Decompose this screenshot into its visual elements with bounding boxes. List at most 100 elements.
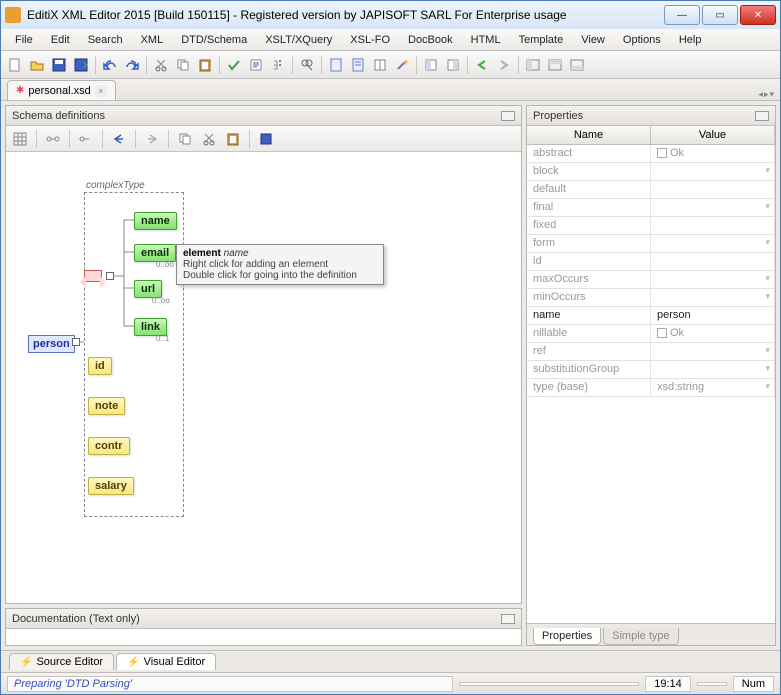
status-message: Preparing 'DTD Parsing' bbox=[7, 676, 453, 692]
modified-icon: ✱ bbox=[16, 85, 24, 96]
prop-row-minOccurs[interactable]: minOccurs▾ bbox=[527, 289, 775, 307]
menu-help[interactable]: Help bbox=[671, 32, 710, 48]
input-mode: Num bbox=[733, 676, 774, 692]
back-icon[interactable] bbox=[472, 55, 492, 75]
menu-options[interactable]: Options bbox=[615, 32, 669, 48]
layout3-icon[interactable] bbox=[567, 55, 587, 75]
prop-row-name[interactable]: nameperson bbox=[527, 307, 775, 325]
schema-panel-title: Schema definitions bbox=[12, 110, 105, 122]
prop-row-fixed[interactable]: fixed bbox=[527, 217, 775, 235]
prop-row-maxOccurs[interactable]: maxOccurs▾ bbox=[527, 271, 775, 289]
find-icon[interactable] bbox=[297, 55, 317, 75]
prop-row-ref[interactable]: ref▾ bbox=[527, 343, 775, 361]
props-collapse-icon[interactable] bbox=[755, 111, 769, 121]
menu-view[interactable]: View bbox=[573, 32, 613, 48]
redo-icon[interactable] bbox=[122, 55, 142, 75]
menu-docbook[interactable]: DocBook bbox=[400, 32, 461, 48]
grid-icon[interactable] bbox=[10, 129, 30, 149]
tab-properties[interactable]: Properties bbox=[533, 628, 601, 645]
window-title: EditiX XML Editor 2015 [Build 150115] - … bbox=[27, 8, 664, 22]
maximize-button[interactable]: ▭ bbox=[702, 5, 738, 25]
save-icon[interactable] bbox=[49, 55, 69, 75]
prop-row-final[interactable]: final▾ bbox=[527, 199, 775, 217]
documentation-panel: Documentation (Text only) bbox=[5, 608, 522, 646]
format-icon[interactable] bbox=[246, 55, 266, 75]
app-window: EditiX XML Editor 2015 [Build 150115] - … bbox=[0, 0, 781, 695]
tab-prev-icon[interactable]: ◂ bbox=[758, 89, 763, 100]
menu-file[interactable]: File bbox=[7, 32, 41, 48]
menu-html[interactable]: HTML bbox=[463, 32, 509, 48]
menu-edit[interactable]: Edit bbox=[43, 32, 78, 48]
schema-panel: Schema definitions bbox=[5, 105, 522, 604]
main-toolbar bbox=[1, 51, 780, 79]
prop-row-nillable[interactable]: nillableOk bbox=[527, 325, 775, 343]
menu-template[interactable]: Template bbox=[511, 32, 572, 48]
prop-row-id[interactable]: id bbox=[527, 253, 775, 271]
nav-back-icon[interactable] bbox=[109, 129, 129, 149]
save-all-icon[interactable] bbox=[71, 55, 91, 75]
left-column: Schema definitions bbox=[5, 105, 522, 646]
tab-menu-icon[interactable]: ▾ bbox=[769, 89, 774, 100]
layout2-icon[interactable] bbox=[545, 55, 565, 75]
undo-icon[interactable] bbox=[100, 55, 120, 75]
prop-row-default[interactable]: default bbox=[527, 181, 775, 199]
doc-collapse-icon[interactable] bbox=[501, 614, 515, 624]
tab-next-icon[interactable]: ▸ bbox=[764, 89, 769, 100]
prop-row-abstract[interactable]: abstractOk bbox=[527, 145, 775, 163]
prop-row-substitutionGroup[interactable]: substitutionGroup▾ bbox=[527, 361, 775, 379]
copy-icon[interactable] bbox=[173, 55, 193, 75]
cut-icon[interactable] bbox=[151, 55, 171, 75]
props-header-value: Value bbox=[651, 126, 775, 144]
schema-canvas[interactable]: person complexType name email 0..oo url … bbox=[6, 152, 521, 603]
status-gap bbox=[697, 682, 727, 686]
props-panel-header: Properties bbox=[527, 106, 775, 126]
menubar: File Edit Search XML DTD/Schema XSLT/XQu… bbox=[1, 29, 780, 51]
titlebar: EditiX XML Editor 2015 [Build 150115] - … bbox=[1, 1, 780, 29]
menu-xml[interactable]: XML bbox=[133, 32, 172, 48]
col2-icon[interactable] bbox=[443, 55, 463, 75]
validate-icon[interactable] bbox=[224, 55, 244, 75]
forward-icon[interactable] bbox=[494, 55, 514, 75]
close-button[interactable]: ✕ bbox=[740, 5, 776, 25]
cut2-icon[interactable] bbox=[199, 129, 219, 149]
minimize-button[interactable]: — bbox=[664, 5, 700, 25]
menu-search[interactable]: Search bbox=[80, 32, 131, 48]
properties-table: Name Value abstractOkblock▾defaultfinal▾… bbox=[527, 126, 775, 623]
copy2-icon[interactable] bbox=[175, 129, 195, 149]
layout1-icon[interactable] bbox=[523, 55, 543, 75]
open-icon[interactable] bbox=[27, 55, 47, 75]
schema-panel-header: Schema definitions bbox=[6, 106, 521, 126]
select-icon[interactable] bbox=[256, 129, 276, 149]
paste2-icon[interactable] bbox=[223, 129, 243, 149]
col1-icon[interactable] bbox=[421, 55, 441, 75]
tree-icon[interactable] bbox=[268, 55, 288, 75]
props-panel-title: Properties bbox=[533, 110, 583, 122]
app-icon bbox=[5, 7, 21, 23]
prop-row-block[interactable]: block▾ bbox=[527, 163, 775, 181]
element-tooltip: element name Right click for adding an e… bbox=[176, 244, 384, 285]
connect-icon[interactable] bbox=[43, 129, 63, 149]
tab-nav: ◂ ▸ ▾ bbox=[758, 89, 774, 100]
menu-xsl-fo[interactable]: XSL-FO bbox=[342, 32, 398, 48]
new-icon[interactable] bbox=[5, 55, 25, 75]
panel-collapse-icon[interactable] bbox=[501, 111, 515, 121]
prop-row-type--base-[interactable]: type (base)xsd:string▾ bbox=[527, 379, 775, 397]
nav-forward-icon[interactable] bbox=[142, 129, 162, 149]
cursor-position: 19:14 bbox=[645, 676, 691, 692]
tab-visual-editor[interactable]: ⚡Visual Editor bbox=[116, 653, 216, 670]
right-column: Properties Name Value abstractOkblock▾de… bbox=[526, 105, 776, 646]
node-icon[interactable] bbox=[76, 129, 96, 149]
menu-xslt-xquery[interactable]: XSLT/XQuery bbox=[257, 32, 340, 48]
tab-source-editor[interactable]: ⚡Source Editor bbox=[9, 653, 114, 670]
menu-dtd-schema[interactable]: DTD/Schema bbox=[173, 32, 255, 48]
doc2-icon[interactable] bbox=[348, 55, 368, 75]
doc1-icon[interactable] bbox=[326, 55, 346, 75]
tab-simple-type[interactable]: Simple type bbox=[603, 628, 678, 645]
tab-close-icon[interactable]: × bbox=[95, 85, 107, 97]
paste-icon[interactable] bbox=[195, 55, 215, 75]
book-icon[interactable] bbox=[370, 55, 390, 75]
tab-personal-xsd[interactable]: ✱ personal.xsd × bbox=[7, 80, 116, 100]
wand-icon[interactable] bbox=[392, 55, 412, 75]
prop-row-form[interactable]: form▾ bbox=[527, 235, 775, 253]
props-header-name: Name bbox=[527, 126, 651, 144]
